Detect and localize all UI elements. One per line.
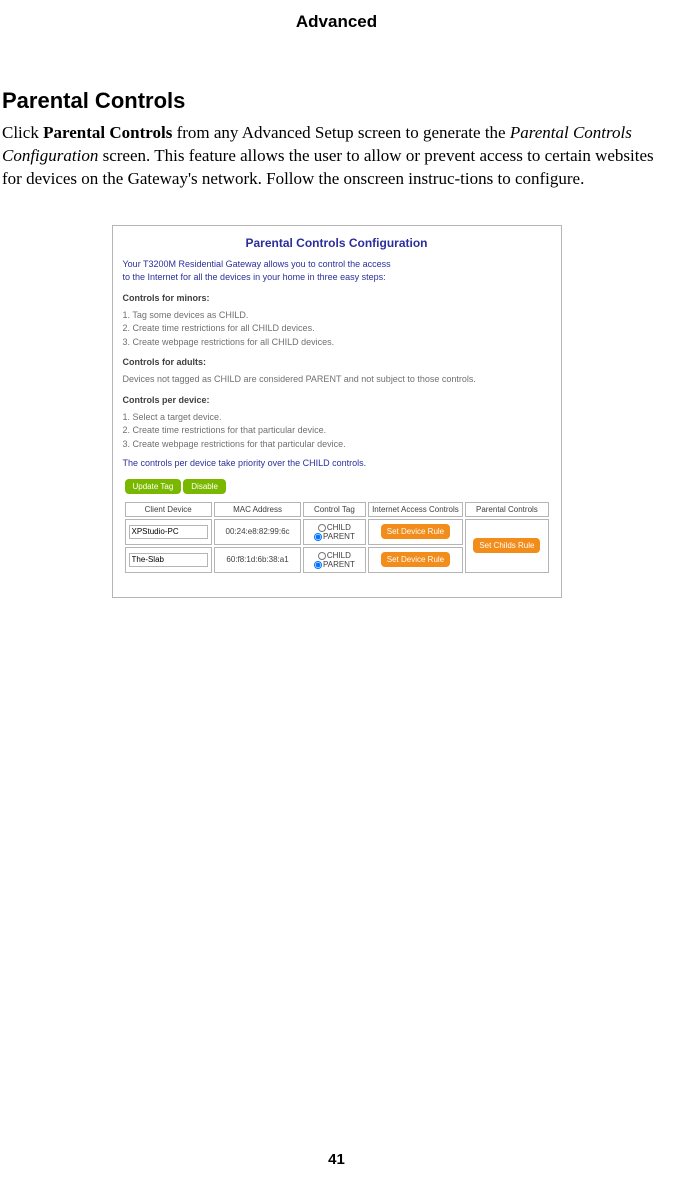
body-mid1: from any Advanced Setup screen to genera… [172,123,510,142]
minors-step2: 2. Create time restrictions for all CHIL… [123,323,315,333]
parent-label: PARENT [323,532,355,541]
action-button-row: Update Tag Disable [125,479,551,494]
th-client: Client Device [125,502,212,517]
set-device-rule-button[interactable]: Set Device Rule [381,524,450,539]
th-mac: MAC Address [214,502,301,517]
perdevice-heading: Controls per device: [123,395,551,405]
child-label: CHILD [327,551,351,560]
perdevice-step2: 2. Create time restrictions for that par… [123,425,327,435]
config-intro-line1: Your T3200M Residential Gateway allows y… [123,259,391,269]
parent-radio[interactable] [314,533,322,541]
minors-steps: 1. Tag some devices as CHILD. 2. Create … [123,309,551,350]
body-paragraph: Click Parental Controls from any Advance… [2,122,669,191]
child-label: CHILD [327,523,351,532]
th-iac: Internet Access Controls [368,502,464,517]
th-parental: Parental Controls [465,502,548,517]
mac-cell: 00:24:e8:82:99:6c [214,519,301,545]
body-rest: screen. This feature allows the user to … [2,146,654,188]
minors-step3: 3. Create webpage restrictions for all C… [123,337,335,347]
minors-step1: 1. Tag some devices as CHILD. [123,310,249,320]
parent-radio[interactable] [314,561,322,569]
set-device-rule-button[interactable]: Set Device Rule [381,552,450,567]
client-device-input[interactable] [129,525,208,539]
mac-cell: 60:f8:1d:6b:38:a1 [214,547,301,573]
perdevice-step3: 3. Create webpage restrictions for that … [123,439,346,449]
table-row: 00:24:e8:82:99:6c CHILD PARENT Set Devic… [125,519,549,545]
child-radio[interactable] [318,552,326,560]
adults-heading: Controls for adults: [123,357,551,367]
config-intro: Your T3200M Residential Gateway allows y… [123,258,551,285]
th-tag: Control Tag [303,502,365,517]
config-title: Parental Controls Configuration [123,236,551,250]
table-header-row: Client Device MAC Address Control Tag In… [125,502,549,517]
page-number: 41 [0,1151,673,1168]
body-prefix: Click [2,123,43,142]
update-tag-button[interactable]: Update Tag [125,479,182,494]
control-tag-cell: CHILD PARENT [303,519,365,545]
perdevice-steps: 1. Select a target device. 2. Create tim… [123,411,551,452]
set-childs-rule-button[interactable]: Set Childs Rule [473,538,540,553]
config-screenshot: Parental Controls Configuration Your T32… [112,225,562,598]
device-table: Client Device MAC Address Control Tag In… [123,500,551,575]
disable-button[interactable]: Disable [183,479,226,494]
client-device-input[interactable] [129,553,208,567]
parent-label: PARENT [323,560,355,569]
body-bold-parental-controls: Parental Controls [43,123,172,142]
child-radio[interactable] [318,524,326,532]
minors-heading: Controls for minors: [123,293,551,303]
priority-line: The controls per device take priority ov… [123,457,551,471]
adults-line: Devices not tagged as CHILD are consider… [123,373,551,387]
perdevice-step1: 1. Select a target device. [123,412,222,422]
config-intro-line2: to the Internet for all the devices in y… [123,272,386,282]
page-header-title: Advanced [10,12,663,32]
section-title-parental-controls: Parental Controls [2,88,663,114]
control-tag-cell: CHILD PARENT [303,547,365,573]
